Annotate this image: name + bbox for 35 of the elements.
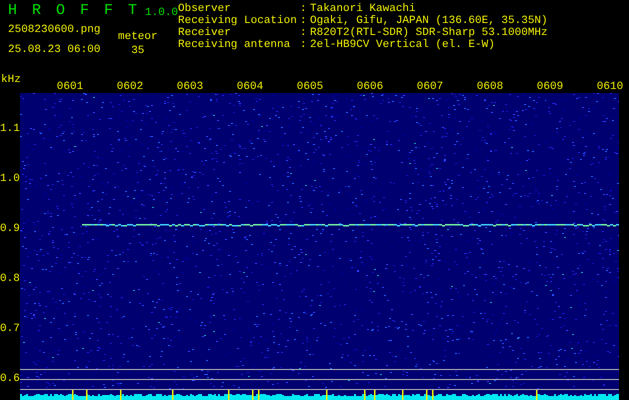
info-separator: :	[300, 27, 308, 39]
meteor-count: 35	[131, 45, 144, 57]
info-separator: :	[300, 15, 308, 27]
time-label: 0603	[176, 81, 204, 93]
frequency-label: 1.1	[0, 123, 20, 135]
info-label: Receiving Location	[178, 15, 298, 27]
time-label: 0602	[116, 81, 144, 93]
meteor-label: meteor	[118, 31, 158, 43]
info-label: Receiving antenna	[178, 39, 292, 51]
frequency-label: 0.6	[0, 373, 20, 385]
frequency-label: 0.7	[0, 323, 20, 335]
date-time: 25.08.23 06:00	[8, 44, 102, 56]
app-title: H R O F F T	[8, 3, 138, 19]
unit-label: kHz	[0, 74, 21, 88]
time-label: 0607	[416, 81, 444, 93]
time-label: 0610	[596, 81, 624, 93]
frequency-label: 0.9	[0, 223, 20, 235]
time-label: 0601	[56, 81, 84, 93]
time-label: 0604	[236, 81, 264, 93]
frequency-label: 1.0	[0, 173, 20, 185]
info-label: Receiver	[178, 27, 232, 39]
frequency-label: 0.8	[0, 273, 20, 285]
info-value: Takanori Kawachi	[310, 3, 416, 15]
time-label: 0608	[476, 81, 504, 93]
info-value: 2el-HB9CV Vertical (el. E-W)	[310, 39, 495, 51]
info-separator: :	[300, 39, 308, 51]
time-label: 0606	[356, 81, 384, 93]
info-label: Observer	[178, 3, 232, 15]
time-label: 0605	[296, 81, 324, 93]
info-separator: :	[300, 3, 308, 15]
time-label: 0609	[536, 81, 564, 93]
info-value: Ogaki, Gifu, JAPAN (136.60E, 35.35N)	[310, 15, 548, 27]
app-version: 1.0.0	[145, 7, 178, 19]
file-name: 2508230600.png	[8, 24, 102, 36]
info-value: R820T2(RTL-SDR) SDR-Sharp 53.1000MHz	[310, 27, 548, 39]
